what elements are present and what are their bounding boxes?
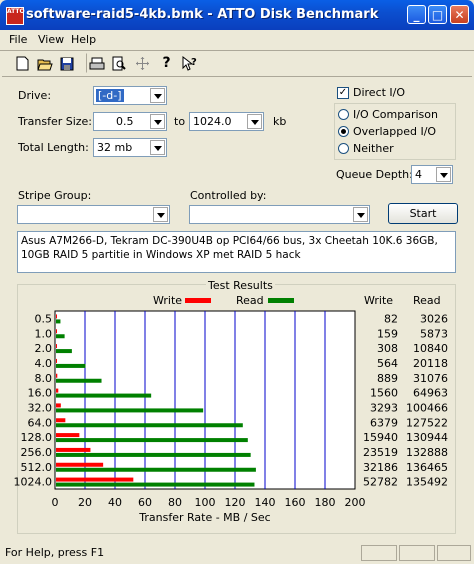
- bar-read: [56, 452, 251, 457]
- read-value: 10840: [413, 342, 448, 355]
- read-value: 3026: [420, 312, 448, 325]
- x-tick-label: 100: [195, 496, 216, 509]
- write-value: 32186: [363, 461, 398, 474]
- status-bar: For Help, press F1: [0, 542, 474, 564]
- bar-read: [56, 423, 243, 428]
- x-axis-label: Transfer Rate - MB / Sec: [138, 511, 270, 524]
- y-tick-label: 16.0: [28, 387, 53, 400]
- y-tick-label: 4.0: [35, 357, 53, 370]
- y-tick-label: 1.0: [35, 327, 53, 340]
- bar-write: [56, 388, 59, 393]
- x-tick-label: 180: [315, 496, 336, 509]
- status-pane-num: [399, 545, 435, 561]
- read-value: 64963: [413, 387, 448, 400]
- read-value: 100466: [406, 401, 448, 414]
- status-pane-cap: [361, 545, 397, 561]
- bar-write: [56, 358, 57, 363]
- y-tick-label: 0.5: [35, 312, 53, 325]
- read-value: 130944: [406, 431, 448, 444]
- bar-read: [56, 467, 256, 472]
- write-value: 159: [377, 327, 398, 340]
- write-value: 15940: [363, 431, 398, 444]
- x-tick-label: 200: [345, 496, 366, 509]
- y-tick-label: 32.0: [28, 401, 53, 414]
- read-value: 132888: [406, 446, 448, 459]
- read-value: 20118: [413, 357, 448, 370]
- bar-read: [56, 482, 255, 487]
- bar-write: [56, 447, 91, 452]
- bar-read: [56, 393, 152, 398]
- x-tick-label: 20: [78, 496, 92, 509]
- y-tick-label: 64.0: [28, 416, 53, 429]
- bar-read: [56, 378, 102, 383]
- bar-read: [56, 349, 72, 354]
- write-value: 564: [377, 357, 398, 370]
- write-value: 23519: [363, 446, 398, 459]
- x-tick-label: 80: [168, 496, 182, 509]
- read-value: 127522: [406, 416, 448, 429]
- y-tick-label: 8.0: [35, 372, 53, 385]
- write-value: 6379: [370, 416, 398, 429]
- x-tick-label: 0: [52, 496, 59, 509]
- y-tick-label: 512.0: [21, 461, 53, 474]
- write-value: 82: [384, 312, 398, 325]
- status-text: For Help, press F1: [5, 546, 105, 559]
- read-value: 135492: [406, 476, 448, 489]
- bar-read: [56, 334, 65, 339]
- y-tick-label: 1024.0: [14, 476, 53, 489]
- x-tick-label: 60: [138, 496, 152, 509]
- bar-write: [56, 373, 58, 378]
- bar-read: [56, 363, 86, 368]
- bar-write: [56, 314, 57, 319]
- status-pane-scrl: [437, 545, 471, 561]
- y-tick-label: 2.0: [35, 342, 53, 355]
- read-value: 136465: [406, 461, 448, 474]
- y-tick-label: 256.0: [21, 446, 53, 459]
- read-value: 5873: [420, 327, 448, 340]
- x-tick-label: 120: [225, 496, 246, 509]
- x-tick-label: 140: [255, 496, 276, 509]
- write-value: 889: [377, 372, 398, 385]
- bar-write: [56, 462, 104, 467]
- x-tick-label: 160: [285, 496, 306, 509]
- bar-write: [56, 403, 61, 408]
- read-value: 31076: [413, 372, 448, 385]
- bar-read: [56, 319, 61, 324]
- write-value: 52782: [363, 476, 398, 489]
- bar-write: [56, 433, 80, 438]
- bar-read: [56, 438, 248, 443]
- write-value: 308: [377, 342, 398, 355]
- x-tick-label: 40: [108, 496, 122, 509]
- bar-write: [56, 418, 66, 423]
- bar-write: [56, 477, 134, 482]
- write-value: 1560: [370, 387, 398, 400]
- bar-write: [56, 344, 57, 349]
- bar-read: [56, 408, 204, 413]
- write-value: 3293: [370, 401, 398, 414]
- transfer-rate-chart: 0 20 40 60 80 100 120 140 160 180 200 Transfer Rate…: [14, 310, 448, 524]
- y-tick-label: 128.0: [21, 431, 53, 444]
- bar-write: [56, 329, 57, 334]
